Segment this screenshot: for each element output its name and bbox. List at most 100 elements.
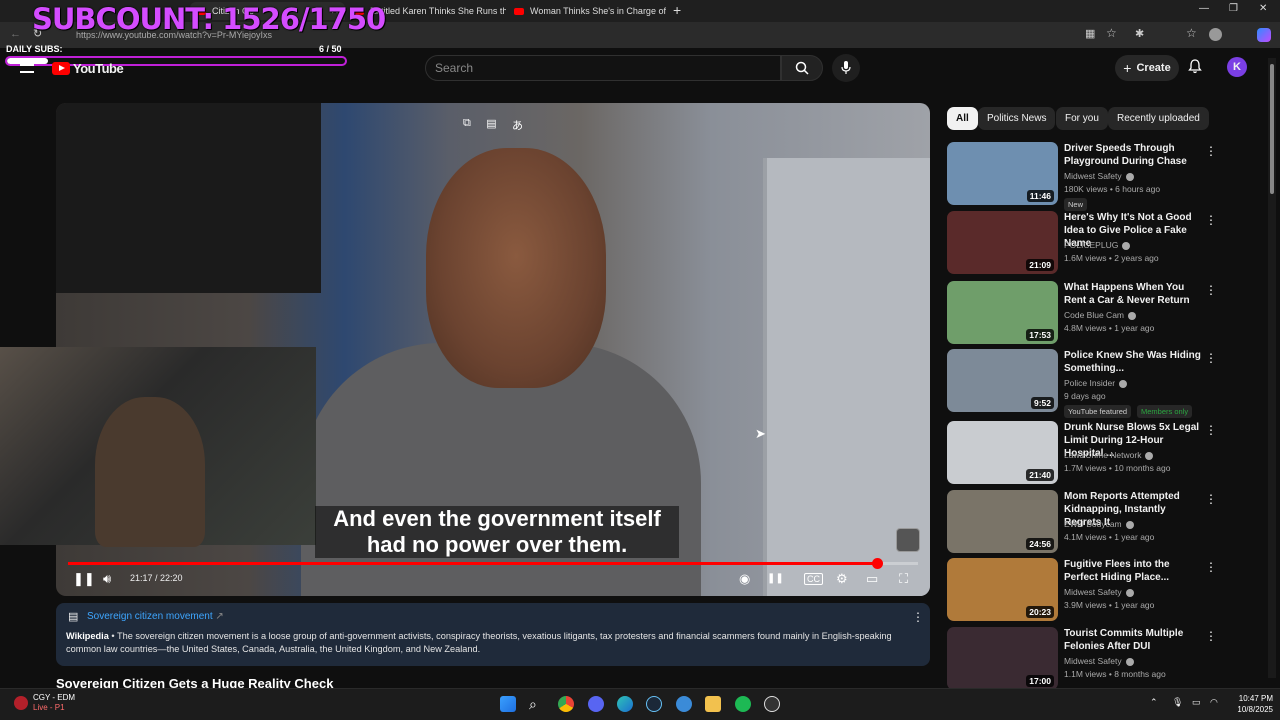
chip-recently-uploaded[interactable]: Recently uploaded (1108, 107, 1209, 130)
shield-icon[interactable]: ◉ (739, 571, 750, 587)
recommendation-title[interactable]: What Happens When You Rent a Car & Never… (1064, 281, 1204, 307)
video-thumbnail[interactable]: 11:46 (947, 142, 1058, 205)
youtube-logo[interactable]: YouTube (52, 61, 124, 76)
chrome-icon[interactable] (558, 696, 574, 712)
create-button[interactable]: + Create (1115, 55, 1179, 81)
recommendation-channel[interactable]: EWU Bodycam (1064, 519, 1134, 529)
video-thumbnail[interactable]: 17:53 (947, 281, 1058, 344)
microphone-button[interactable] (832, 54, 860, 82)
pause-icon[interactable]: ❚❚ (73, 571, 95, 587)
fullscreen-icon[interactable]: ⛶ (899, 571, 908, 587)
search-button[interactable] (781, 55, 823, 81)
channel-watermark-icon[interactable] (896, 528, 920, 552)
video-thumbnail[interactable]: 17:00 (947, 627, 1058, 690)
puzzle-icon[interactable]: ✱ (1135, 27, 1144, 40)
recommendation-channel[interactable]: Midwest Safety (1064, 587, 1134, 597)
recommendation-channel[interactable]: Midwest Safety (1064, 656, 1134, 666)
more-options-icon[interactable]: ⋮ (1205, 629, 1217, 643)
extensions-icon[interactable]: ▦ (1085, 27, 1095, 40)
favorite-icon[interactable]: ☆ (1106, 26, 1117, 40)
recommendation-item[interactable]: 17:00 Tourist Commits Multiple Felonies A… (947, 627, 1217, 691)
video-thumbnail[interactable]: 9:52 (947, 349, 1058, 412)
edge-icon[interactable] (617, 696, 633, 712)
obs-icon[interactable] (764, 696, 780, 712)
recommendation-item[interactable]: 17:53 What Happens When You Rent a Car & … (947, 281, 1217, 345)
theater-mode-icon[interactable]: ▭ (866, 571, 878, 587)
scrollbar-thumb[interactable] (1270, 64, 1274, 194)
volume-icon[interactable]: 🔊︎ (103, 571, 111, 587)
notes-icon[interactable]: ▤ (486, 117, 496, 135)
chip-all[interactable]: All (947, 107, 978, 130)
channel-name[interactable]: POLICEPLUG (1064, 240, 1118, 250)
recommendation-item[interactable]: 24:56 Mom Reports Attempted Kidnapping, I… (947, 490, 1217, 554)
recommendation-channel[interactable]: Police Insider (1064, 378, 1128, 388)
sports-icon[interactable] (14, 696, 28, 710)
more-options-icon[interactable]: ⋮ (1205, 213, 1217, 227)
sports-widget[interactable]: CGY - EDM Live - P1 (33, 693, 75, 713)
channel-name[interactable]: Code Blue Cam (1064, 310, 1124, 320)
recommendation-item[interactable]: 21:09 Here's Why It's Not a Good Idea to … (947, 211, 1217, 275)
recommendation-item[interactable]: 9:52 Police Knew She Was Hiding Something… (947, 349, 1217, 418)
tray-display-icon[interactable]: ▭ (1192, 697, 1201, 708)
video-thumbnail[interactable]: 20:23 (947, 558, 1058, 621)
search-taskbar-icon[interactable]: ⌕ (529, 696, 545, 712)
close-window-icon[interactable]: ✕ (1259, 3, 1267, 14)
recommendation-title[interactable]: Fugitive Flees into the Perfect Hiding P… (1064, 558, 1204, 584)
more-options-icon[interactable]: ⋮ (912, 610, 924, 624)
recommendation-channel[interactable]: POLICEPLUG (1064, 240, 1131, 250)
collections-icon[interactable]: ☆ (1186, 26, 1197, 40)
recommendation-title[interactable]: Police Knew She Was Hiding Something... (1064, 349, 1204, 375)
info-card-title[interactable]: Sovereign citizen movement ↗ (87, 611, 920, 622)
more-options-icon[interactable]: ⋮ (1205, 423, 1217, 437)
file-explorer-icon[interactable] (705, 696, 721, 712)
recommendation-title[interactable]: Driver Speeds Through Playground During … (1064, 142, 1204, 168)
search-input[interactable]: Search (425, 55, 781, 81)
channel-name[interactable]: Midwest Safety (1064, 587, 1122, 597)
video-thumbnail[interactable]: 21:40 (947, 421, 1058, 484)
windows-start-icon[interactable] (500, 696, 516, 712)
recommendation-item[interactable]: 11:46 Driver Speeds Through Playground Du… (947, 142, 1217, 211)
captions-icon[interactable]: CC (804, 573, 823, 585)
video-progress-bar[interactable] (68, 558, 918, 569)
translate-icon[interactable]: あ (512, 117, 523, 135)
channel-name[interactable]: Midwest Safety (1064, 656, 1122, 666)
autoplay-toggle-icon[interactable]: ❚❚ (767, 573, 784, 584)
more-options-icon[interactable]: ⋮ (1205, 560, 1217, 574)
video-thumbnail[interactable]: 21:09 (947, 211, 1058, 274)
recommendation-item[interactable]: 21:40 Drunk Nurse Blows 5x Legal Limit Du… (947, 421, 1217, 485)
discord-icon[interactable] (588, 696, 604, 712)
new-tab-icon[interactable]: + (673, 2, 681, 18)
chip-politics-news[interactable]: Politics News (978, 107, 1056, 130)
minimize-icon[interactable]: — (1199, 3, 1209, 14)
more-options-icon[interactable]: ⋮ (1205, 351, 1217, 365)
tab-woman[interactable]: Woman Thinks She's in Charge of ✕ (508, 2, 666, 20)
taskbar-clock[interactable]: 10:47 PM 10/8/2025 (1233, 693, 1273, 715)
spotify-icon[interactable] (735, 696, 751, 712)
info-card-title-text[interactable]: Sovereign citizen movement (87, 611, 213, 622)
recommendation-title[interactable]: Tourist Commits Multiple Felonies After … (1064, 627, 1204, 653)
recommendation-channel[interactable]: Midwest Safety (1064, 171, 1134, 181)
miniplayer-icon[interactable]: ⧉ (463, 117, 471, 135)
channel-name[interactable]: Law&Crime Network (1064, 450, 1141, 460)
channel-name[interactable]: Midwest Safety (1064, 171, 1122, 181)
back-icon[interactable]: ← (10, 28, 21, 40)
tray-mic-icon[interactable]: 🎙︎ (1172, 697, 1183, 708)
recommendation-channel[interactable]: Code Blue Cam (1064, 310, 1137, 320)
chip-for-you[interactable]: For you (1056, 107, 1108, 130)
account-avatar[interactable]: K (1227, 57, 1247, 77)
recommendation-item[interactable]: 20:23 Fugitive Flees into the Perfect Hid… (947, 558, 1217, 622)
steam-icon[interactable] (646, 696, 662, 712)
maximize-icon[interactable]: ❐ (1229, 3, 1238, 14)
channel-name[interactable]: EWU Bodycam (1064, 519, 1122, 529)
more-options-icon[interactable]: ⋮ (1205, 283, 1217, 297)
settings-gear-icon[interactable]: ⚙ (836, 571, 848, 587)
channel-name[interactable]: Police Insider (1064, 378, 1115, 388)
copilot-icon[interactable] (1257, 28, 1271, 42)
tray-wifi-icon[interactable]: ◠ (1210, 697, 1218, 708)
more-options-icon[interactable]: ⋮ (1205, 492, 1217, 506)
profile-icon[interactable] (1209, 28, 1222, 41)
app-icon[interactable] (676, 696, 692, 712)
recommendation-channel[interactable]: Law&Crime Network (1064, 450, 1154, 460)
notifications-bell-icon[interactable] (1188, 59, 1202, 77)
more-options-icon[interactable]: ⋮ (1205, 144, 1217, 158)
